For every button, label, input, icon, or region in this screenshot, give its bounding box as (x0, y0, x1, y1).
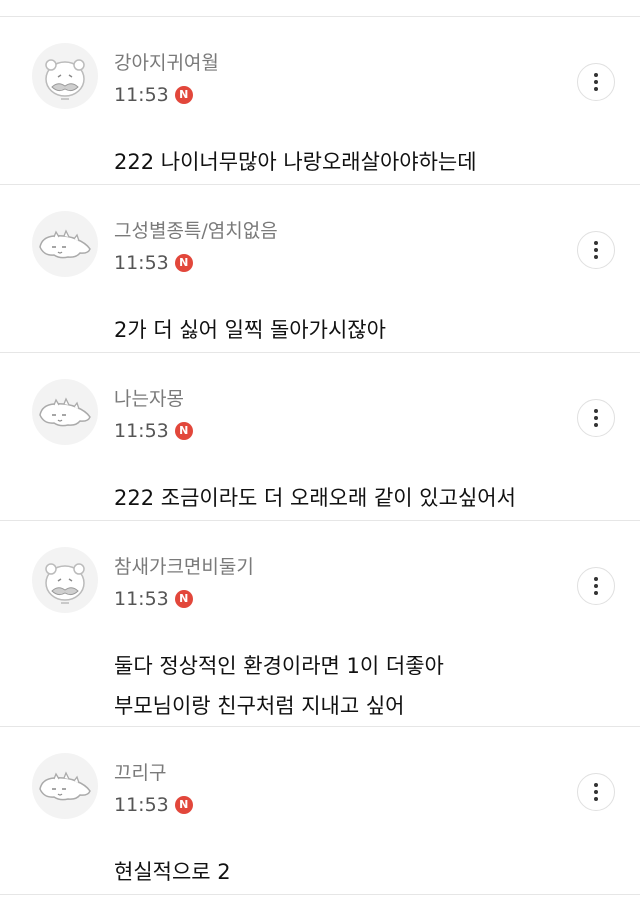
vertical-ellipsis-icon (594, 577, 598, 581)
vertical-ellipsis-dot (594, 87, 598, 91)
comment-time: 11:53 (114, 794, 169, 816)
vertical-ellipsis-dot (594, 255, 598, 259)
vertical-ellipsis-dot (594, 797, 598, 801)
comment-time: 11:53 (114, 420, 169, 442)
vertical-ellipsis-dot (594, 416, 598, 420)
vertical-ellipsis-icon (594, 241, 598, 245)
comment-item: 나는자몽 11:53 N 222 조금이라도 더 오래오래 같이 있고싶어서 (0, 353, 640, 521)
vertical-ellipsis-dot (594, 423, 598, 427)
vertical-ellipsis-dot (594, 248, 598, 252)
comment-author[interactable]: 그성별종특/염치없음 (114, 219, 278, 243)
comment-author[interactable]: 강아지귀여월 (114, 51, 219, 75)
comment-meta: 11:53 N (114, 420, 193, 442)
comment-line: 둘다 정상적인 환경이라면 1이 더좋아 (114, 654, 444, 678)
comment-line: 222 나이너무많아 나랑오래살아야하는데 (114, 150, 477, 174)
vertical-ellipsis-dot (594, 790, 598, 794)
new-badge: N (174, 590, 193, 608)
comment-line: 현실적으로 2 (114, 860, 231, 884)
comment-item: 그성별종특/염치없음 11:53 N 2가 더 싫어 일찍 돌아가시잖아 (0, 185, 640, 353)
vertical-ellipsis-dot (594, 80, 598, 84)
mustache-bear-icon[interactable] (32, 43, 98, 109)
more-options-button[interactable] (577, 567, 615, 605)
comment-item: 강아지귀여월 11:53 N 222 나이너무많아 나랑오래살아야하는데 (0, 17, 640, 185)
comment-body: 222 나이너무많아 나랑오래살아야하는데 (114, 142, 477, 182)
comment-body: 현실적으로 2 (114, 852, 231, 892)
comment-time: 11:53 (114, 588, 169, 610)
comment-body: 2가 더 싫어 일찍 돌아가시잖아 (114, 310, 386, 350)
more-options-button[interactable] (577, 399, 615, 437)
vertical-ellipsis-dot (594, 584, 598, 588)
new-badge: N (174, 422, 193, 440)
comment-line: 222 조금이라도 더 오래오래 같이 있고싶어서 (114, 486, 516, 510)
comment-meta: 11:53 N (114, 588, 193, 610)
comment-item: 참새가크면비둘기 11:53 N 둘다 정상적인 환경이라면 1이 더좋아 부모… (0, 521, 640, 727)
mustache-bear-icon[interactable] (32, 547, 98, 613)
vertical-ellipsis-icon (594, 73, 598, 77)
comment-author[interactable]: 나는자몽 (114, 387, 184, 411)
comment-body: 222 조금이라도 더 오래오래 같이 있고싶어서 (114, 478, 516, 518)
comment-time: 11:53 (114, 84, 169, 106)
comment-line: 2가 더 싫어 일찍 돌아가시잖아 (114, 318, 386, 342)
comment-line: 부모님이랑 친구처럼 지내고 싶어 (114, 694, 405, 718)
new-badge: N (174, 254, 193, 272)
comment-author[interactable]: 참새가크면비둘기 (114, 555, 254, 579)
comment-meta: 11:53 N (114, 252, 193, 274)
lizard-icon[interactable] (32, 379, 98, 445)
new-badge: N (174, 796, 193, 814)
new-badge: N (174, 86, 193, 104)
vertical-ellipsis-icon (594, 409, 598, 413)
comment-item: 끄리구 11:53 N 현실적으로 2 (0, 727, 640, 895)
more-options-button[interactable] (577, 231, 615, 269)
more-options-button[interactable] (577, 773, 615, 811)
comment-time: 11:53 (114, 252, 169, 274)
lizard-icon[interactable] (32, 211, 98, 277)
comment-author[interactable]: 끄리구 (114, 761, 166, 785)
vertical-ellipsis-icon (594, 783, 598, 787)
vertical-ellipsis-dot (594, 591, 598, 595)
comment-meta: 11:53 N (114, 794, 193, 816)
comment-body: 둘다 정상적인 환경이라면 1이 더좋아 부모님이랑 친구처럼 지내고 싶어 (114, 646, 444, 726)
lizard-icon[interactable] (32, 753, 98, 819)
more-options-button[interactable] (577, 63, 615, 101)
comment-meta: 11:53 N (114, 84, 193, 106)
